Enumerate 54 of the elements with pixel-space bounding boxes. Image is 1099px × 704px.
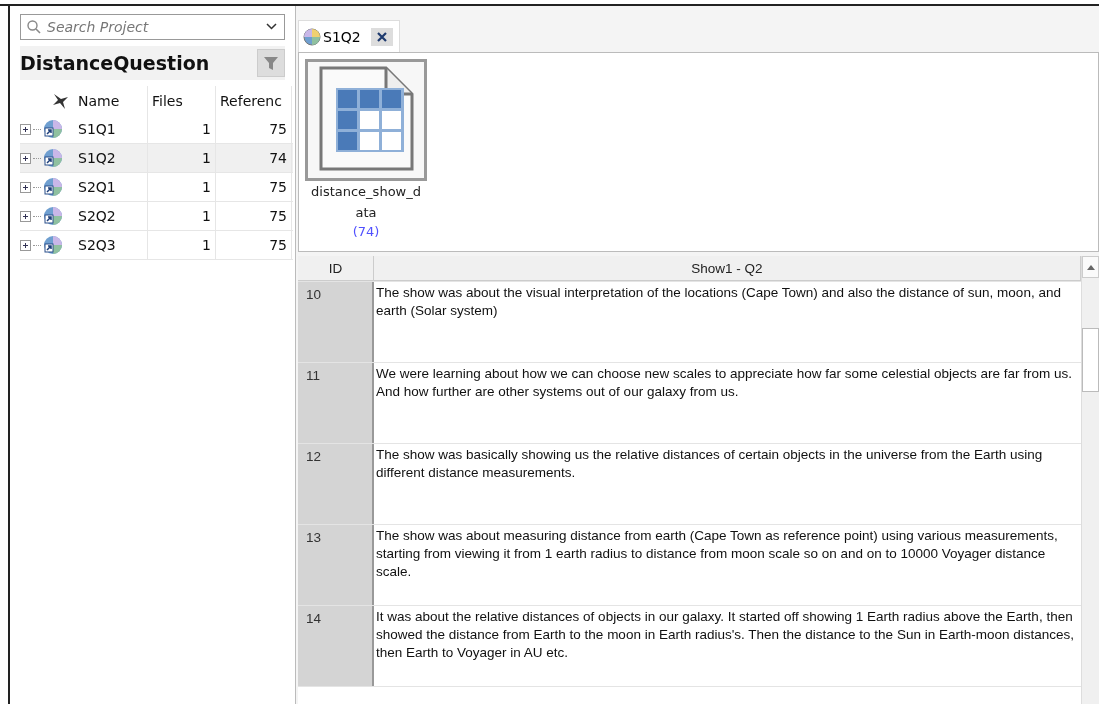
id-cell: 12 bbox=[298, 444, 374, 524]
response-text: It was about the relative distances of objects in our galaxy. It started off showing 1 Earth radius above the Earth, then showed the distance from Earth to the moon in Earth radius's. Then the distance to the Sun in Earth-moon distances, then Earth to Voyager in AU etc. bbox=[375, 608, 1075, 662]
table-cell: 1 bbox=[148, 144, 216, 172]
table-cell[interactable]: S1Q2 bbox=[74, 144, 148, 172]
id-cell: 11 bbox=[298, 363, 374, 443]
case-icon bbox=[43, 177, 63, 197]
up-arrow-icon bbox=[1086, 264, 1095, 270]
table-cell[interactable]: S2Q1 bbox=[74, 173, 148, 201]
id-cell: 13 bbox=[298, 525, 374, 605]
table-cell: 75 bbox=[216, 115, 292, 143]
case-icon bbox=[43, 148, 63, 168]
table-cell: 1 bbox=[148, 231, 216, 259]
table-cell: 75 bbox=[216, 231, 292, 259]
case-icon bbox=[43, 206, 63, 226]
spreadsheet-file-icon[interactable] bbox=[305, 59, 427, 181]
table-cell[interactable]: S1Q1 bbox=[74, 115, 148, 143]
reference-count: (74) bbox=[352, 223, 380, 241]
id-cell: 14 bbox=[298, 606, 374, 686]
scrollbar-thumb[interactable] bbox=[1082, 328, 1099, 392]
document-tab[interactable]: S1Q2 bbox=[298, 20, 400, 52]
response-text: The show was about measuring distance from earth (Cape Town as reference point) using various measurements, starting from viewing it from 1 earth radius to distance from moon scale so on and on to 10000 Voyager distance scale. bbox=[375, 527, 1059, 581]
table-cell: 74 bbox=[216, 144, 292, 172]
expand-icon[interactable] bbox=[20, 123, 31, 135]
table-cell: 1 bbox=[148, 173, 216, 201]
search-icon bbox=[27, 20, 41, 34]
response-text: We were learning about how we can choose new scales to appreciate how far some celestial objects are far from us. And how further are other systems out of our galaxy from us. bbox=[375, 365, 1074, 401]
table-cell: 75 bbox=[216, 202, 292, 230]
expand-icon[interactable] bbox=[20, 152, 31, 164]
table-cell: 1 bbox=[148, 115, 216, 143]
expand-icon[interactable] bbox=[20, 181, 31, 193]
close-icon bbox=[376, 31, 387, 42]
filter-icon bbox=[263, 55, 279, 71]
close-button[interactable] bbox=[370, 27, 393, 46]
table-cell[interactable]: S2Q2 bbox=[74, 202, 148, 230]
filter-button[interactable] bbox=[257, 49, 285, 77]
column-header[interactable]: ID bbox=[298, 256, 374, 281]
expand-icon[interactable] bbox=[20, 239, 31, 251]
id-cell: 10 bbox=[298, 282, 374, 362]
case-icon bbox=[43, 119, 63, 139]
file-name: distance_show_d ata bbox=[311, 183, 421, 222]
chevron-down-icon[interactable] bbox=[266, 23, 277, 30]
table-cell[interactable]: S2Q3 bbox=[74, 231, 148, 259]
case-icon bbox=[303, 27, 321, 46]
search-field[interactable]: Search Project bbox=[20, 14, 285, 40]
scroll-up-button[interactable] bbox=[1082, 256, 1099, 278]
response-text: The show was basically showing us the relative distances of certain objects in the universe from the Earth using different distance measurements. bbox=[375, 446, 1044, 482]
case-icon bbox=[43, 235, 63, 255]
response-text: The show was about the visual interpretation of the locations (Cape Town) and also the distance of sun, moon, and earth (Solar system) bbox=[375, 284, 1062, 320]
table-cell: 1 bbox=[148, 202, 216, 230]
project-title: DistanceQuestion bbox=[20, 52, 210, 74]
table-cell: 75 bbox=[216, 173, 292, 201]
column-header[interactable]: Show1 - Q2 bbox=[374, 256, 1081, 281]
pin-icon[interactable] bbox=[52, 91, 70, 110]
expand-icon[interactable] bbox=[20, 210, 31, 222]
